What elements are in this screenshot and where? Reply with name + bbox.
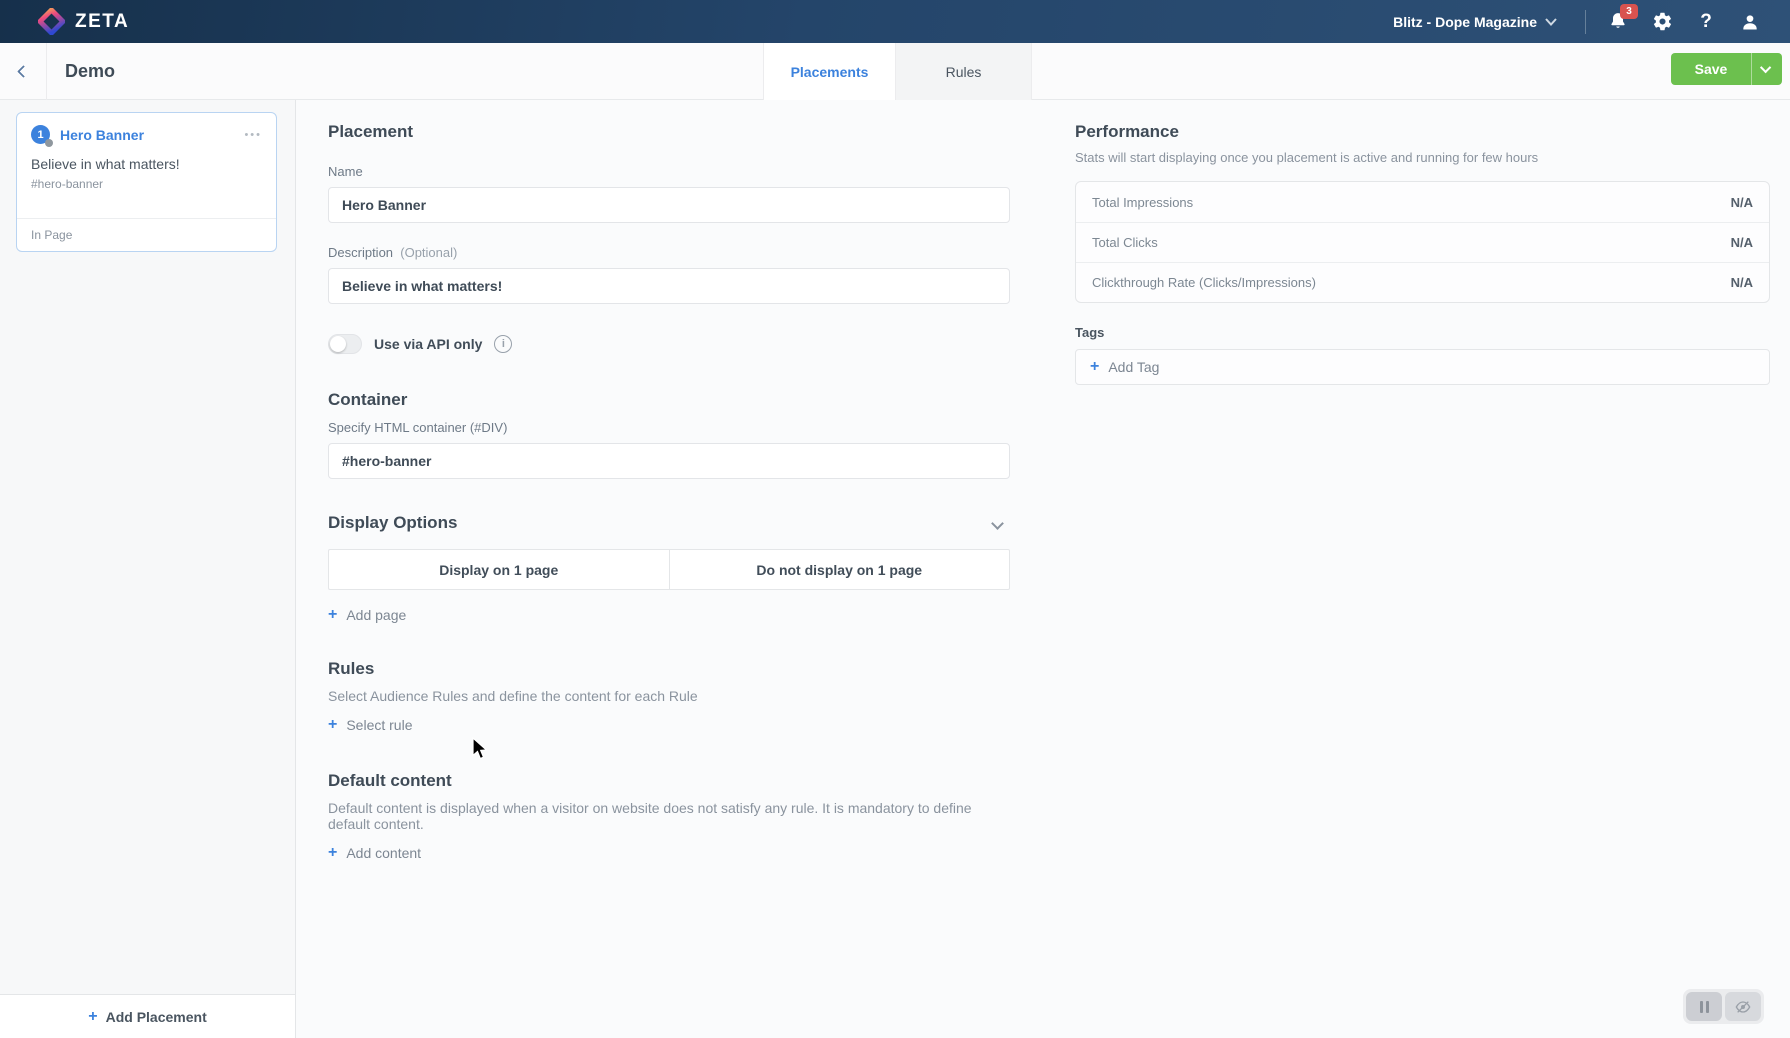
placement-index-badge: 1: [31, 125, 50, 144]
notification-badge: 3: [1620, 4, 1638, 19]
notifications-button[interactable]: 3: [1596, 0, 1640, 43]
page-title: Demo: [65, 61, 115, 82]
container-field-label: Specify HTML container (#DIV): [328, 420, 1010, 435]
tags-container: + Add Tag: [1075, 349, 1770, 385]
help-button[interactable]: ?: [1684, 0, 1728, 43]
toggle-knob: [330, 336, 346, 352]
placement-card-container: #hero-banner: [31, 177, 262, 191]
placement-section-heading: Placement: [328, 122, 1010, 142]
name-label: Name: [328, 164, 1010, 179]
api-only-label: Use via API only: [374, 336, 482, 352]
plus-icon: +: [328, 845, 337, 861]
settings-button[interactable]: [1640, 0, 1684, 43]
plus-icon: +: [1090, 359, 1099, 375]
user-menu-button[interactable]: [1728, 0, 1772, 43]
placements-sidebar: 1 Hero Banner ••• Believe in what matter…: [0, 100, 296, 1038]
placement-card-title: Hero Banner: [60, 127, 144, 143]
logo-text: ZETA: [75, 11, 129, 33]
display-on-page-button[interactable]: Display on 1 page: [328, 549, 669, 590]
gear-icon: [1652, 11, 1673, 32]
back-button[interactable]: [0, 43, 47, 100]
stat-row: Total Clicks N/A: [1076, 222, 1769, 262]
do-not-display-button[interactable]: Do not display on 1 page: [669, 549, 1011, 590]
top-navbar: ZETA Blitz - Dope Magazine 3 ?: [0, 0, 1790, 43]
chevron-down-icon: [1760, 62, 1771, 73]
performance-subtext: Stats will start displaying once you pla…: [1075, 150, 1770, 165]
account-name: Blitz - Dope Magazine: [1393, 14, 1537, 30]
description-label: Description (Optional): [328, 245, 1010, 260]
collapse-chevron-icon[interactable]: [991, 517, 1004, 530]
default-content-heading: Default content: [328, 771, 1010, 791]
select-rule-button[interactable]: + Select rule: [328, 717, 413, 733]
name-input[interactable]: [328, 187, 1010, 223]
add-page-button[interactable]: + Add page: [328, 607, 406, 623]
stat-value: N/A: [1731, 275, 1753, 290]
save-button[interactable]: Save: [1671, 53, 1751, 85]
user-icon: [1740, 12, 1760, 32]
description-input[interactable]: [328, 268, 1010, 304]
performance-heading: Performance: [1075, 122, 1770, 142]
stat-label: Total Impressions: [1092, 195, 1193, 210]
info-icon[interactable]: i: [494, 335, 512, 353]
container-input[interactable]: [328, 443, 1010, 479]
display-option-buttons: Display on 1 page Do not display on 1 pa…: [328, 549, 1010, 590]
navbar-divider: [1585, 10, 1586, 34]
stat-value: N/A: [1731, 195, 1753, 210]
account-selector[interactable]: Blitz - Dope Magazine: [1375, 14, 1575, 30]
performance-panel: Performance Stats will start displaying …: [1075, 100, 1770, 385]
placement-card-type: In Page: [17, 218, 276, 251]
tags-heading: Tags: [1075, 325, 1770, 340]
session-controls: [1683, 989, 1764, 1024]
add-placement-button[interactable]: + Add Placement: [0, 994, 295, 1038]
card-overflow-menu[interactable]: •••: [242, 127, 264, 143]
zeta-logo[interactable]: ZETA: [0, 8, 129, 35]
stat-label: Total Clicks: [1092, 235, 1158, 250]
display-options-heading: Display Options: [328, 513, 457, 533]
eye-off-icon: [1735, 1000, 1751, 1014]
placement-card[interactable]: 1 Hero Banner ••• Believe in what matter…: [16, 112, 277, 252]
save-dropdown-button[interactable]: [1751, 53, 1782, 85]
plus-icon: +: [328, 607, 337, 623]
page-header: Demo Placements Rules Save: [0, 43, 1790, 100]
optional-hint: (Optional): [400, 245, 457, 260]
add-content-button[interactable]: + Add content: [328, 845, 421, 861]
default-content-subtext: Default content is displayed when a visi…: [328, 800, 1010, 832]
status-dot: [45, 139, 53, 147]
container-section-heading: Container: [328, 390, 1010, 410]
tab-bar: Placements Rules: [763, 43, 1032, 100]
plus-icon: +: [88, 1009, 97, 1025]
chevron-left-icon: [17, 65, 30, 78]
plus-icon: +: [328, 717, 337, 733]
rules-section-heading: Rules: [328, 659, 1010, 679]
rules-subtext: Select Audience Rules and define the con…: [328, 688, 1010, 704]
question-mark-icon: ?: [1700, 11, 1712, 33]
stat-value: N/A: [1731, 235, 1753, 250]
stat-label: Clickthrough Rate (Clicks/Impressions): [1092, 275, 1316, 290]
placement-card-description: Believe in what matters!: [31, 156, 262, 172]
pause-button[interactable]: [1686, 992, 1722, 1021]
pause-icon: [1700, 1001, 1709, 1013]
add-tag-button[interactable]: + Add Tag: [1090, 359, 1159, 375]
api-only-toggle[interactable]: [328, 334, 362, 354]
tab-rules[interactable]: Rules: [895, 43, 1032, 100]
tab-placements[interactable]: Placements: [763, 43, 895, 100]
chevron-down-icon: [1545, 18, 1557, 26]
performance-stats-card: Total Impressions N/A Total Clicks N/A C…: [1075, 181, 1770, 303]
save-split-button: Save: [1671, 53, 1782, 85]
placement-form: Placement Name Description (Optional) Us…: [328, 100, 1010, 861]
zeta-diamond-icon: [38, 8, 65, 35]
stat-row: Clickthrough Rate (Clicks/Impressions) N…: [1076, 262, 1769, 302]
hide-button[interactable]: [1725, 992, 1761, 1021]
stat-row: Total Impressions N/A: [1076, 182, 1769, 222]
